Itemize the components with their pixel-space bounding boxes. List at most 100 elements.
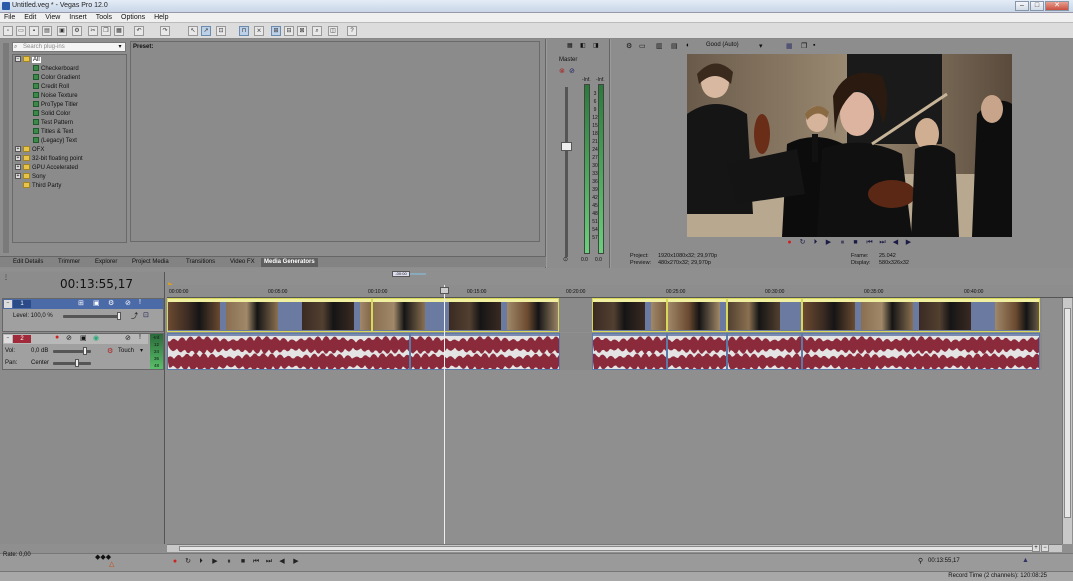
master-solo-icon[interactable]: ⊘ [569, 67, 575, 75]
time-ruler[interactable]: 00:00:00 00:05:00 00:10:00 00:15:00 00:2… [167, 285, 1073, 298]
tree-item-color-gradient[interactable]: Color Gradient [33, 74, 80, 83]
loop-playback-icon[interactable]: ↻ [183, 557, 193, 566]
track-fx-icon[interactable]: ▣ [93, 299, 100, 307]
volume-knob[interactable] [83, 347, 87, 355]
audio-clip[interactable] [727, 333, 802, 370]
tab-project-media[interactable]: Project Media [129, 258, 172, 267]
envelope-tool-icon[interactable]: ↗ [201, 26, 211, 36]
maximize-button[interactable]: □ [1030, 1, 1044, 11]
track-motion-icon[interactable]: ⊞ [78, 299, 84, 307]
view-options-icon[interactable]: ▾ [115, 43, 125, 51]
split-icon[interactable]: ◫ [328, 26, 338, 36]
preview-quality-chevron-icon[interactable]: ▾ [759, 42, 763, 50]
tree-item-gpu[interactable]: + GPU Accelerated [15, 164, 78, 173]
playhead-handle[interactable] [440, 287, 449, 294]
input-monitor-icon[interactable]: ◉ [93, 334, 99, 342]
render-icon[interactable]: ▣ [57, 26, 67, 36]
automation-mode-label[interactable]: Touch [118, 348, 134, 354]
invert-phase-icon[interactable]: ⊘ [66, 334, 72, 342]
pause-icon[interactable]: ⏸ [224, 557, 234, 566]
next-frame-icon[interactable]: ▶ [904, 239, 913, 247]
previous-frame-icon[interactable]: ◀ [277, 557, 287, 566]
mute-track-icon[interactable]: ⊘ [125, 299, 131, 307]
tree-item-credit-roll[interactable]: Credit Roll [33, 83, 69, 92]
save-icon[interactable]: ▪ [29, 26, 39, 36]
help-cursor-icon[interactable]: ? [347, 26, 357, 36]
split-screen-icon[interactable]: ▤ [671, 42, 678, 50]
tree-item-32bit[interactable]: +32-bit floating point [15, 155, 83, 164]
tab-video-fx[interactable]: Video FX [227, 258, 258, 267]
go-to-end-icon[interactable]: ⏭ [878, 239, 887, 247]
solo-track-icon[interactable]: ! [139, 334, 141, 341]
automation-mode-chevron-icon[interactable]: ▾ [140, 347, 143, 354]
video-clip[interactable] [667, 298, 727, 332]
overlays-dropdown-icon[interactable]: ▦ [786, 42, 793, 50]
tree-item-solid-color[interactable]: Solid Color [33, 110, 70, 119]
play-icon[interactable]: ▶ [210, 557, 220, 566]
audio-clip[interactable] [802, 333, 1040, 370]
tab-transitions[interactable]: Transitions [183, 258, 218, 267]
video-clip[interactable] [592, 298, 667, 332]
close-button[interactable]: ✕ [1045, 1, 1069, 11]
mixer-properties-icon[interactable]: ▦ [567, 42, 577, 51]
tree-item-third-party[interactable]: Third Party [23, 182, 61, 191]
horizontal-scrollbar[interactable] [167, 544, 1062, 552]
selection-tool-icon[interactable]: ⊡ [216, 26, 226, 36]
audio-clip[interactable] [167, 333, 410, 370]
ignore-grouping-icon[interactable]: ⊠ [297, 26, 307, 36]
video-track-header[interactable]: − 1 ⊞ ▣ ⚙ ⊘ ! Level: 100,0 % ⤴ ⊡ [2, 298, 164, 332]
previous-frame-icon[interactable]: ◀ [891, 239, 900, 247]
lock-envelopes-icon[interactable]: ⊟ [284, 26, 294, 36]
track-list-menu-icon[interactable]: ⋮ [3, 274, 9, 281]
tab-trimmer[interactable]: Trimmer [55, 258, 83, 267]
pan-knob[interactable] [75, 359, 79, 367]
redo-icon[interactable]: ↷ [160, 26, 170, 36]
menu-tools[interactable]: Tools [96, 14, 112, 21]
tree-item-noise-texture[interactable]: Noise Texture [33, 92, 78, 101]
play-from-start-icon[interactable]: ⏵ [811, 239, 820, 247]
mixer-fx-icon[interactable]: ◧ [580, 42, 590, 51]
properties-icon[interactable]: ▤ [42, 26, 52, 36]
tree-item-all[interactable]: − All [15, 56, 41, 65]
audio-clip[interactable] [410, 333, 560, 370]
master-mute-icon[interactable]: ⊗ [559, 67, 565, 75]
master-link-icon[interactable]: ⊙ [563, 256, 568, 263]
master-fader-knob[interactable] [561, 142, 572, 151]
open-icon[interactable]: ▭ [16, 26, 26, 36]
copy-icon[interactable]: ❐ [101, 26, 111, 36]
video-level-knob[interactable] [117, 312, 121, 320]
compositing-mode-icon[interactable]: ⚙ [108, 299, 114, 307]
minimize-button[interactable]: – [1015, 1, 1029, 11]
panel-dock-handle[interactable] [3, 43, 9, 253]
auto-crossfade-icon[interactable]: ⨯ [254, 26, 264, 36]
video-clip[interactable] [727, 298, 802, 332]
copy-snapshot-icon[interactable]: ❐ [801, 42, 807, 50]
audio-track-header[interactable]: − 2 ● ⊘ ▣ ◉ ⊘ ! Vol: 0,0 dB ⚙ Touch ▾ Pa… [2, 333, 164, 370]
tab-edit-details[interactable]: Edit Details [10, 258, 46, 267]
play-icon[interactable]: ▶ [824, 239, 833, 247]
loop-region[interactable]: -00:00 [392, 271, 410, 277]
record-icon[interactable]: ● [785, 239, 794, 247]
arm-record-icon[interactable]: ● [55, 334, 59, 341]
solo-track-icon[interactable]: ! [139, 299, 141, 306]
menu-options[interactable]: Options [121, 14, 145, 21]
video-clip[interactable] [372, 298, 559, 332]
menu-edit[interactable]: Edit [24, 14, 36, 21]
pause-icon[interactable]: ⏸ [838, 239, 847, 247]
stop-icon[interactable]: ■ [238, 557, 248, 566]
go-to-start-icon[interactable]: ⏮ [865, 239, 874, 247]
zoom-out-time-icon[interactable]: − [1041, 544, 1049, 552]
tree-item-protype-titler[interactable]: ProType Titler [33, 101, 78, 110]
save-snapshot-icon[interactable]: ▪ [813, 42, 815, 49]
tree-item-legacy-text[interactable]: (Legacy) Text [33, 137, 77, 146]
mute-track-icon[interactable]: ⊘ [125, 334, 131, 342]
stop-icon[interactable]: ■ [851, 239, 860, 247]
new-project-icon[interactable]: ▫ [3, 26, 13, 36]
tree-item-titles-text[interactable]: Titles & Text [33, 128, 73, 137]
automation-mode-icon[interactable]: ⚙ [107, 347, 113, 355]
tab-explorer[interactable]: Explorer [92, 258, 120, 267]
track-fx-icon[interactable]: ▣ [80, 334, 87, 342]
expand-icon[interactable]: ⊡ [143, 311, 149, 319]
overlays-icon[interactable]: ◐ [686, 42, 690, 49]
collapse-icon[interactable]: − [4, 300, 12, 308]
